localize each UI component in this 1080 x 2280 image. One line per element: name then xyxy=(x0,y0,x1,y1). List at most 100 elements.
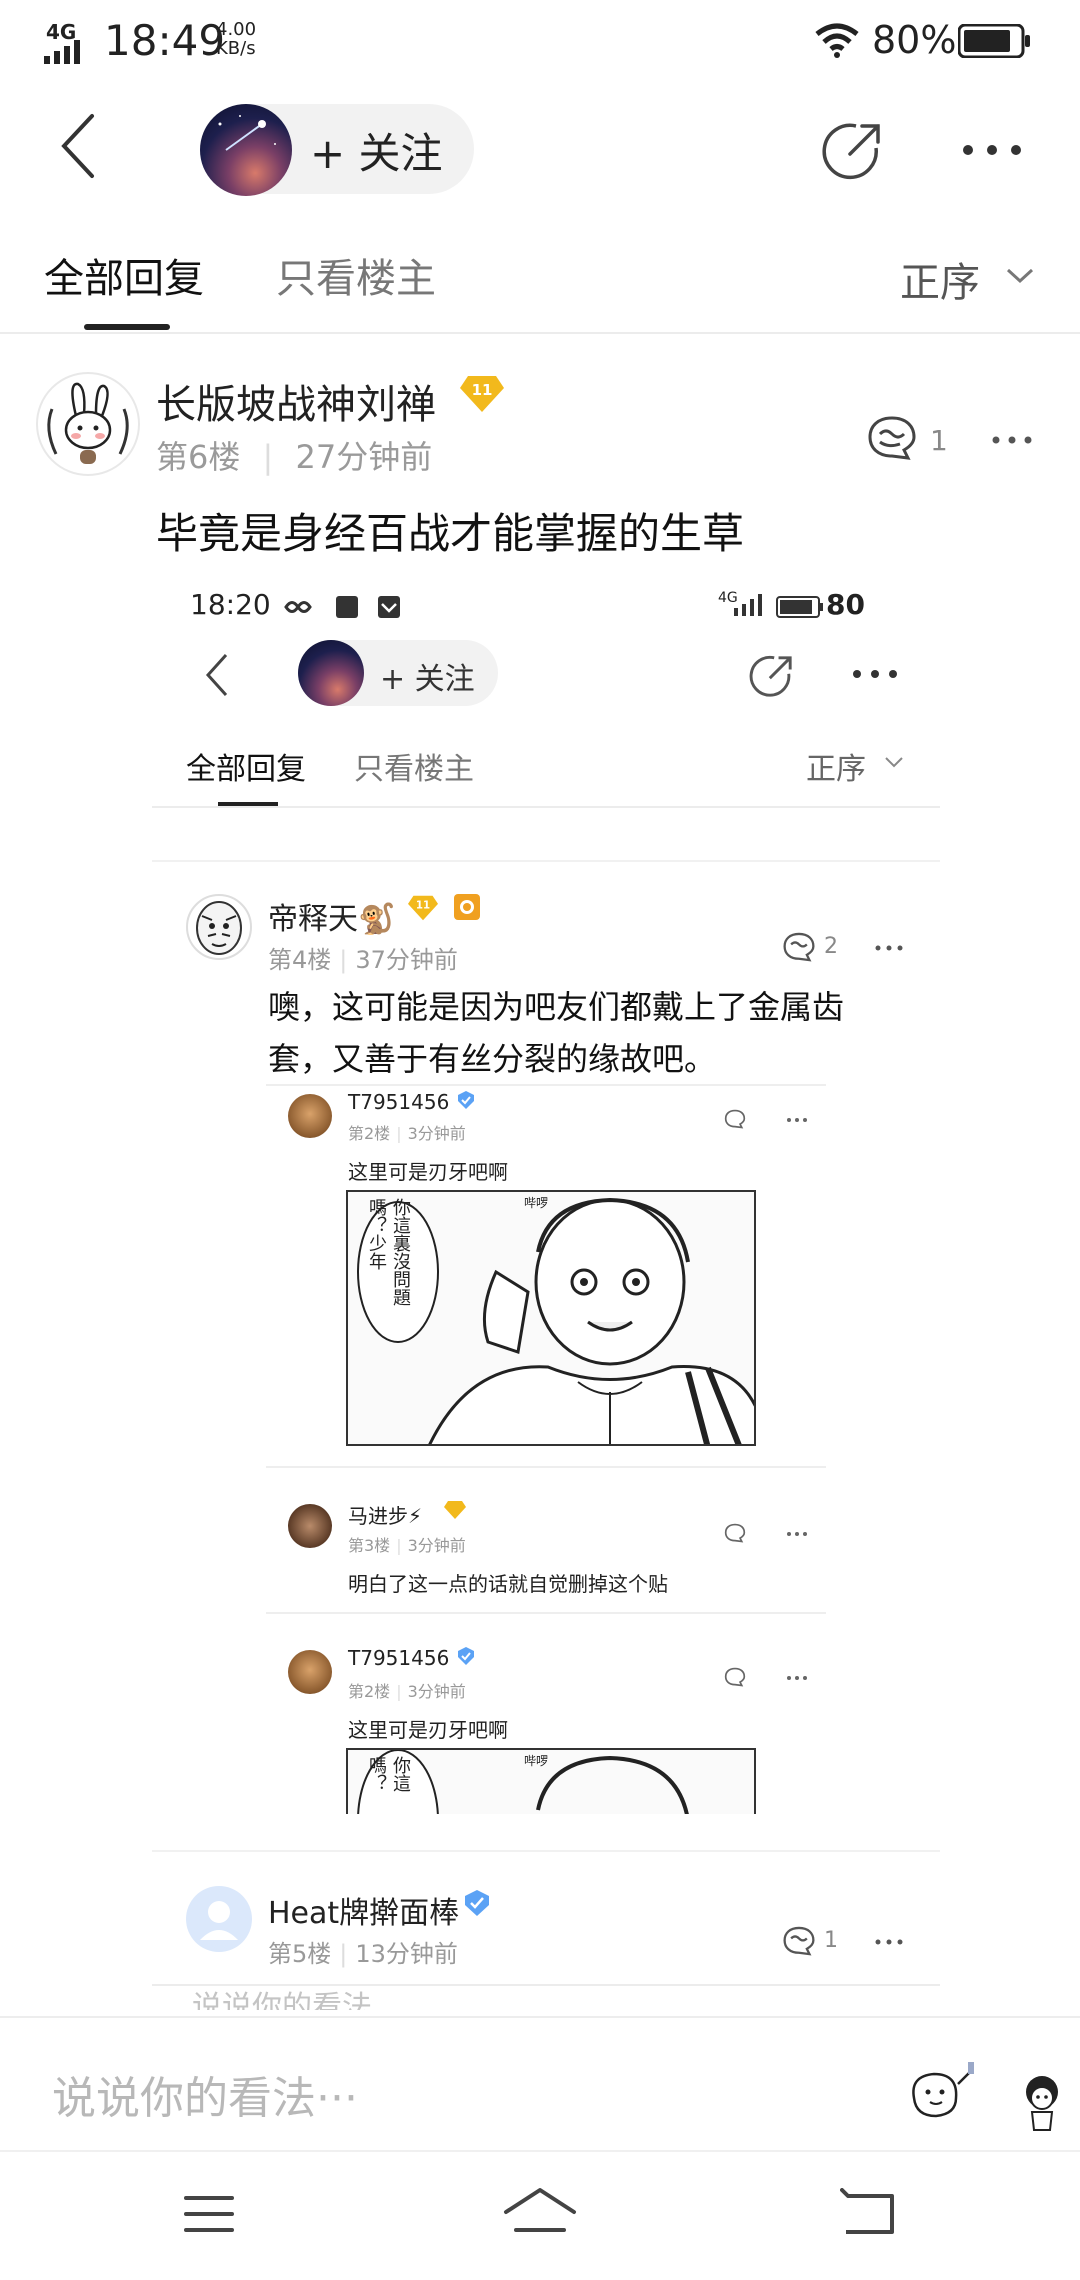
embedded-screenshot[interactable]: 18:20 4G 80 + 关注 全部回复 只看楼主 正序 帝释天🐒 11 第4… xyxy=(152,570,940,2010)
menu-icon xyxy=(184,2196,234,2232)
battery-icon xyxy=(958,24,1030,58)
embedded-share-icon[interactable] xyxy=(748,652,796,700)
comment-input[interactable]: 说说你的看法··· xyxy=(52,2062,358,2126)
embedded-reply-avatar[interactable] xyxy=(186,1886,252,1952)
wifi-icon xyxy=(815,23,859,58)
embedded-more-icon[interactable] xyxy=(852,666,898,682)
reply-count: 1 xyxy=(930,424,948,457)
nested-username[interactable]: T7951456 xyxy=(348,1090,449,1114)
more-icon[interactable] xyxy=(786,1116,808,1124)
post-more-button[interactable] xyxy=(990,430,1040,450)
follow-label[interactable]: + 关注 xyxy=(310,120,443,181)
signal-icon xyxy=(44,40,80,64)
embedded-chevron-down-icon xyxy=(885,757,903,768)
embedded-back-icon[interactable] xyxy=(204,652,230,698)
battery-percent: 80% xyxy=(872,18,957,62)
reply-button[interactable] xyxy=(866,412,922,468)
nested-avatar[interactable] xyxy=(288,1094,332,1138)
embedded-signal-icon xyxy=(734,594,762,616)
username[interactable]: 长版坡战神刘禅 xyxy=(156,372,436,430)
verified-icon xyxy=(458,1647,474,1665)
svg-text:11: 11 xyxy=(416,901,430,912)
tabs-divider xyxy=(0,332,1080,334)
embedded-reply-text-line2: 套，又善于有丝分裂的缘故吧。 xyxy=(268,1040,717,1078)
user-avatar[interactable] xyxy=(36,372,140,476)
more-button[interactable] xyxy=(960,130,1024,170)
embedded-divider xyxy=(152,1850,940,1852)
nested-username[interactable]: T7951456 xyxy=(348,1646,449,1670)
embedded-reply-username[interactable]: 帝释天🐒 xyxy=(268,894,395,938)
more-icon[interactable] xyxy=(874,1936,904,1948)
manga-bubble-left: 嗎？ xyxy=(366,1756,387,1792)
default-avatar-image xyxy=(200,1901,238,1940)
return-icon xyxy=(840,2188,894,2234)
tiger-face-avatar-image xyxy=(196,901,242,955)
rabbit-avatar-image xyxy=(47,382,129,464)
reply-icon[interactable] xyxy=(782,930,816,964)
more-icon[interactable] xyxy=(786,1674,808,1682)
embedded-tab-all[interactable]: 全部回复 xyxy=(186,744,306,788)
embedded-follow-label[interactable]: + 关注 xyxy=(380,654,475,698)
reply-icon xyxy=(868,416,916,460)
emoji-sticker-button[interactable] xyxy=(900,2054,1060,2134)
manga-bubble-right: 你這裏沒問題 xyxy=(390,1198,411,1306)
back-button[interactable] xyxy=(58,112,118,188)
chevron-down-icon xyxy=(1006,268,1034,284)
reply-icon[interactable] xyxy=(724,1522,746,1544)
nested-avatar[interactable] xyxy=(288,1650,332,1694)
embedded-input-placeholder: 说说你的看法... xyxy=(192,1990,401,2010)
nested-username[interactable]: 马进步⚡ xyxy=(348,1500,422,1529)
tab-all-replies[interactable]: 全部回复 xyxy=(44,246,204,304)
reply-icon[interactable] xyxy=(724,1108,746,1130)
nested-divider xyxy=(266,1466,826,1468)
embedded-reply-count: 1 xyxy=(824,1928,838,1953)
nested-text: 这里可是刃牙吧啊 xyxy=(348,1718,508,1742)
nested-meta: 第2楼 | 3分钟前 xyxy=(348,1124,466,1143)
embedded-divider xyxy=(152,860,940,862)
active-tab-indicator xyxy=(84,324,170,330)
sort-dropdown[interactable]: 正序 xyxy=(900,246,1040,306)
level-badge-icon: 11 xyxy=(460,376,504,412)
comet-image xyxy=(218,115,276,151)
embedded-reply-username[interactable]: Heat牌擀面棒 xyxy=(268,1888,459,1932)
medal-icon xyxy=(454,894,480,920)
reply-icon[interactable] xyxy=(782,1924,816,1958)
embedded-tabs-divider xyxy=(152,806,940,808)
embedded-reply-text-line1: 噢，这可能是因为吧友们都戴上了金属齿 xyxy=(268,988,845,1026)
embedded-status-icons xyxy=(284,596,400,618)
nested-text: 这里可是刃牙吧啊 xyxy=(348,1160,508,1184)
menu-button[interactable] xyxy=(180,2190,240,2240)
embedded-tab-owner[interactable]: 只看楼主 xyxy=(354,744,474,788)
more-icon xyxy=(963,145,1021,155)
embedded-battery-text: 80 xyxy=(826,588,865,621)
return-button[interactable] xyxy=(840,2188,900,2242)
level-badge-icon xyxy=(444,1501,466,1519)
manga-bubble-small: 哔啰 xyxy=(524,1754,549,1768)
emoji-sticker-icon xyxy=(912,2062,1058,2131)
embedded-forum-avatar xyxy=(298,640,364,706)
nested-divider xyxy=(266,1084,826,1086)
nested-text: 明白了这一点的话就自觉删掉这个贴 xyxy=(348,1572,668,1596)
nested-avatar[interactable] xyxy=(288,1504,332,1548)
embedded-reply-meta: 第4楼 | 37分钟前 xyxy=(268,946,458,974)
manga-bubble-small: 哔啰 xyxy=(524,1196,549,1210)
manga-bubble-left: 嗎？少年 xyxy=(366,1198,387,1270)
post-text: 毕竟是身经百战才能掌握的生草 xyxy=(156,509,745,558)
verified-icon xyxy=(465,1890,489,1916)
forum-avatar[interactable] xyxy=(200,104,292,196)
manga-panel-image[interactable]: 嗎？ 你這 哔啰 xyxy=(346,1748,756,1814)
verified-icon xyxy=(458,1091,474,1109)
tab-owner-only[interactable]: 只看楼主 xyxy=(276,246,436,304)
embedded-reply-meta: 第5楼 | 13分钟前 xyxy=(268,1940,458,1968)
embedded-reply-avatar[interactable] xyxy=(186,894,252,960)
more-icon[interactable] xyxy=(786,1530,808,1538)
nested-divider xyxy=(266,1612,826,1614)
embedded-sort-label[interactable]: 正序 xyxy=(806,744,866,788)
reply-icon[interactable] xyxy=(724,1666,746,1688)
more-icon[interactable] xyxy=(874,942,904,954)
share-button[interactable] xyxy=(820,118,886,184)
embedded-battery-icon xyxy=(776,596,823,618)
floor-number: 第6楼 xyxy=(156,438,241,476)
manga-panel-image[interactable]: 嗎？少年 你這裏沒問題 哔啰 xyxy=(346,1190,756,1446)
home-button[interactable] xyxy=(502,2186,578,2242)
